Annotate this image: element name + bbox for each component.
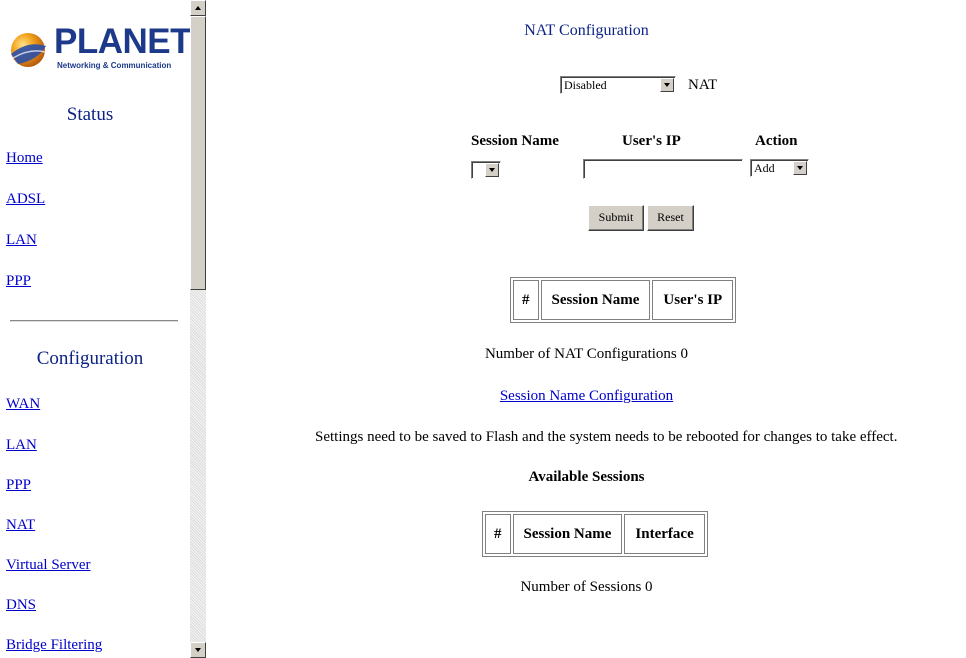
column-header-number: #: [485, 514, 511, 554]
arrow-up-icon: [195, 6, 201, 10]
table-header-row: # Session Name User's IP: [513, 280, 734, 320]
table-header-row: # Session Name Interface: [485, 514, 705, 554]
users-ip-input[interactable]: [583, 159, 743, 179]
nav-link-home[interactable]: Home: [6, 150, 43, 167]
action-header: Action: [755, 133, 798, 149]
nav-link-dns[interactable]: DNS: [6, 597, 36, 614]
logo-tagline: Networking & Communication: [57, 61, 172, 70]
nat-status-value: Disabled: [564, 78, 607, 92]
reboot-notice: Settings need to be saved to Flash and t…: [315, 429, 898, 445]
available-sessions-table: # Session Name Interface: [482, 511, 708, 557]
column-header-session-name: Session Name: [540, 280, 651, 320]
arrow-down-icon: [195, 648, 201, 652]
configuration-heading: Configuration: [36, 348, 144, 369]
available-sessions-heading: Available Sessions: [528, 469, 645, 485]
submit-button[interactable]: Submit: [588, 205, 644, 231]
nav-link-wan[interactable]: WAN: [6, 396, 40, 413]
users-ip-header: User's IP: [622, 133, 681, 149]
nat-status-select[interactable]: Disabled: [560, 76, 676, 94]
logo-wordmark: PLANET: [54, 22, 190, 61]
reset-button[interactable]: Reset: [647, 205, 694, 231]
scroll-down-button[interactable]: [190, 642, 206, 658]
page-title: NAT Configuration: [524, 22, 649, 39]
status-heading: Status: [66, 104, 114, 125]
session-name-header: Session Name: [471, 133, 559, 149]
column-header-interface: Interface: [624, 514, 705, 554]
sessions-count: Number of Sessions 0: [520, 579, 653, 595]
nat-config-table: # Session Name User's IP: [510, 277, 737, 323]
nav-link-nat[interactable]: NAT: [6, 517, 35, 534]
planet-logo: PLANET Networking & Communication: [8, 22, 190, 72]
dropdown-arrow-icon: [660, 78, 674, 92]
nav-scrollbar[interactable]: [190, 0, 206, 658]
nav-link-adsl[interactable]: ADSL: [6, 191, 45, 208]
session-name-config-link[interactable]: Session Name Configuration: [500, 388, 673, 404]
dropdown-arrow-icon: [485, 163, 499, 177]
main-content: NAT Configuration Disabled NAT Session N…: [207, 0, 966, 658]
nat-label: NAT: [688, 77, 718, 93]
nav-link-ppp-config[interactable]: PPP: [6, 477, 31, 494]
nav-link-lan-status[interactable]: LAN: [6, 232, 37, 249]
dropdown-arrow-icon: [793, 161, 807, 175]
globe-logo-icon: [11, 33, 46, 67]
nat-config-count: Number of NAT Configurations 0: [484, 346, 689, 362]
session-name-select[interactable]: [471, 161, 501, 179]
column-header-users-ip: User's IP: [652, 280, 734, 320]
nav-link-bridge-filtering[interactable]: Bridge Filtering: [6, 637, 102, 654]
scroll-up-button[interactable]: [190, 0, 206, 16]
scrollbar-thumb[interactable]: [190, 16, 206, 290]
nav-link-ppp-status[interactable]: PPP: [6, 273, 31, 290]
column-header-session-name: Session Name: [512, 514, 623, 554]
nav-divider: [10, 320, 178, 322]
column-header-number: #: [513, 280, 539, 320]
action-value: Add: [754, 161, 775, 175]
action-select[interactable]: Add: [750, 159, 809, 177]
nav-link-lan-config[interactable]: LAN: [6, 437, 37, 454]
nav-link-virtual-server[interactable]: Virtual Server: [6, 557, 91, 574]
navigation-frame: PLANET Networking & Communication Status…: [0, 0, 190, 658]
